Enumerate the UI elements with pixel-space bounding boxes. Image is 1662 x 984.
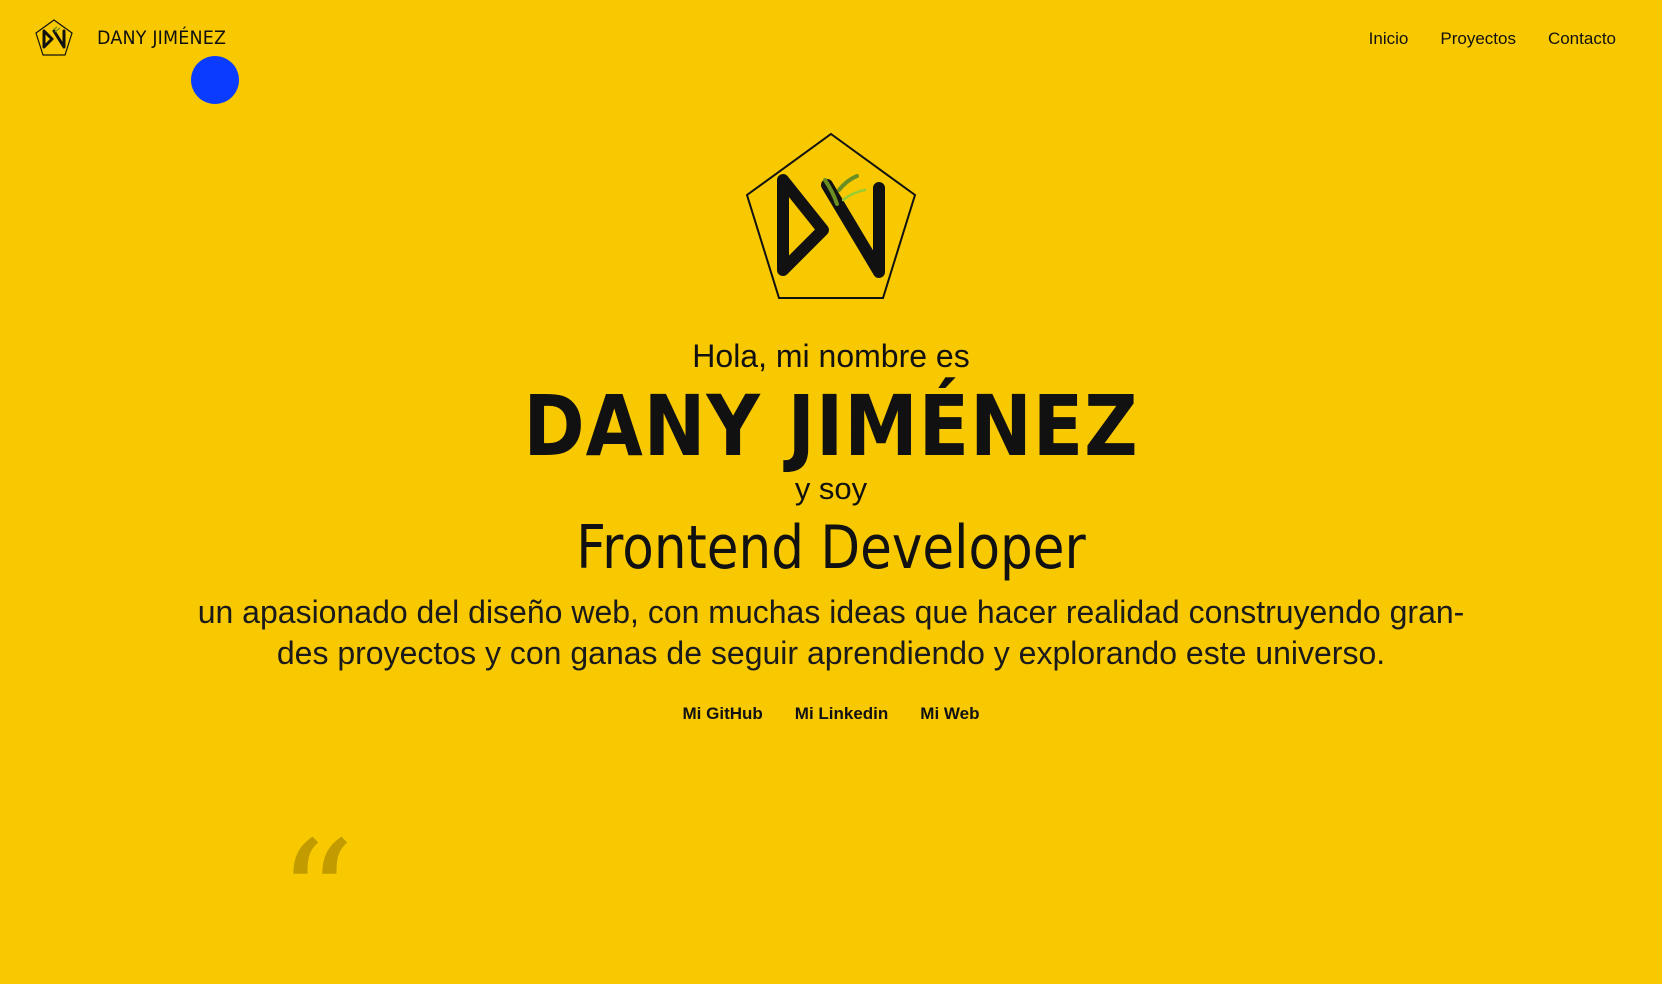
social-links: Mi GitHub Mi Linkedin Mi Web: [0, 704, 1662, 724]
linkedin-link[interactable]: Mi Linkedin: [795, 704, 889, 724]
github-link[interactable]: Mi GitHub: [683, 704, 763, 724]
quote-mark-icon: “: [278, 810, 355, 984]
brand-name: DANY JIMÉNEZ: [97, 26, 227, 49]
hero-section: Hola, mi nombre es DANY JIMÉNEZ y soy Fr…: [0, 130, 1662, 724]
bio-line: un apasionado del diseño web, con muchas…: [197, 594, 1465, 630]
brand-link[interactable]: DANY JIMÉNEZ: [34, 18, 237, 58]
main-nav: Inicio Proyectos Contacto: [1337, 28, 1616, 50]
bio-line: des proyectos y con ganas de seguir apre…: [276, 635, 1386, 671]
nav-item-inicio[interactable]: Inicio: [1369, 28, 1409, 50]
website-link[interactable]: Mi Web: [920, 704, 979, 724]
connector-text: y soy: [794, 471, 868, 506]
site-header: DANY JIMÉNEZ Inicio Proyectos Contacto: [0, 0, 1662, 80]
greeting-text: Hola, mi nombre es: [692, 338, 970, 374]
dj-logo-icon: [745, 132, 917, 299]
nav-item-proyectos[interactable]: Proyectos: [1440, 28, 1516, 50]
bio-paragraph: un apasionado del diseño web, con muchas…: [106, 592, 1556, 674]
role-title: Frontend Developer: [576, 513, 1086, 583]
hero-name: DANY JIMÉNEZ: [523, 377, 1139, 475]
nav-item-contacto[interactable]: Contacto: [1548, 28, 1616, 50]
dj-logo-icon: [35, 19, 73, 56]
cursor-follower-dot: [191, 56, 239, 104]
